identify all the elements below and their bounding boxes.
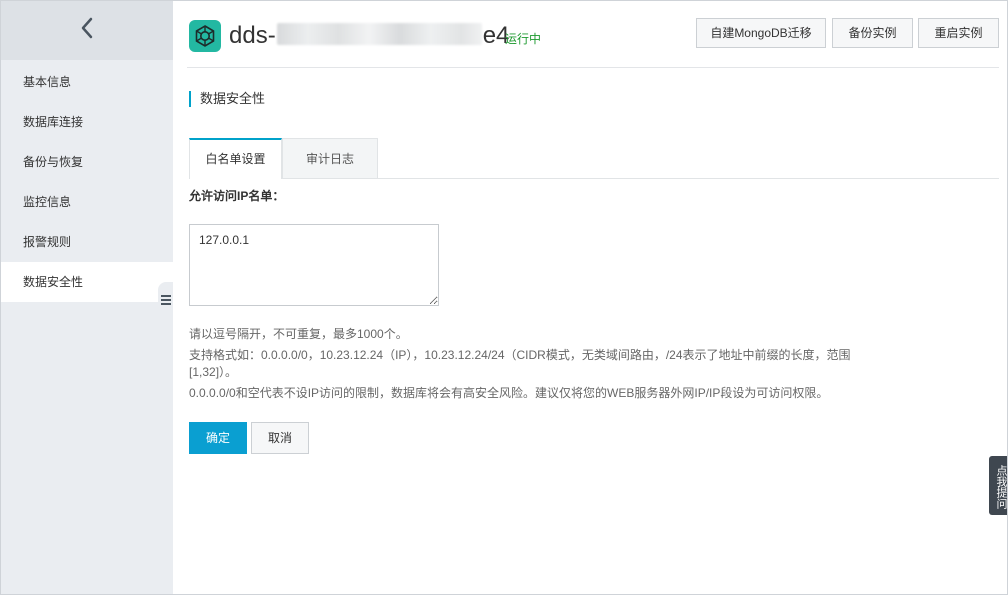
backup-instance-button[interactable]: 备份实例 xyxy=(832,18,913,48)
help-text-warning: 0.0.0.0/0和空代表不设IP访问的限制，数据库将会有高安全风险。建议仅将您… xyxy=(189,386,829,400)
migrate-mongodb-button[interactable]: 自建MongoDB迁移 xyxy=(696,18,826,48)
restart-instance-button[interactable]: 重启实例 xyxy=(918,18,999,48)
instance-name-masked xyxy=(276,23,482,45)
tab-audit-log[interactable]: 审计日志 xyxy=(282,138,378,178)
confirm-button[interactable]: 确定 xyxy=(189,422,247,454)
back-button[interactable] xyxy=(1,1,173,60)
status-badge: 运行中 xyxy=(505,32,542,46)
menu-collapse-icon xyxy=(161,293,171,311)
instance-name-prefix: dds- xyxy=(229,22,276,49)
sidebar: 基本信息 数据库连接 备份与恢复 监控信息 报警规则 数据安全性 xyxy=(1,1,173,594)
sidebar-item-basic-info[interactable]: 基本信息 xyxy=(1,62,173,102)
sidebar-item-monitoring[interactable]: 监控信息 xyxy=(1,182,173,222)
tab-whitelist[interactable]: 白名单设置 xyxy=(189,138,282,179)
cancel-button[interactable]: 取消 xyxy=(251,422,309,454)
instance-name: dds-e4 xyxy=(229,20,509,52)
section-title: 数据安全性 xyxy=(189,91,265,107)
ip-whitelist-textarea[interactable]: 127.0.0.1 xyxy=(189,224,439,306)
sidebar-item-db-connection[interactable]: 数据库连接 xyxy=(1,102,173,142)
instance-header: dds-e4 运行中 自建MongoDB迁移 备份实例 重启实例 xyxy=(187,1,999,68)
help-text-separator: 请以逗号隔开，不可重复，最多1000个。 xyxy=(189,327,408,341)
sidebar-item-alarm-rules[interactable]: 报警规则 xyxy=(1,222,173,262)
help-text-format: 支持格式如：0.0.0.0/0，10.23.12.24（IP），10.23.12… xyxy=(189,348,851,379)
main-content: dds-e4 运行中 自建MongoDB迁移 备份实例 重启实例 数据安全性 白… xyxy=(173,1,1007,594)
tab-bar: 白名单设置 审计日志 xyxy=(189,138,999,179)
sidebar-item-data-security[interactable]: 数据安全性 xyxy=(1,262,173,302)
ip-whitelist-label: 允许访问IP名单： xyxy=(189,189,285,203)
app-window: 基本信息 数据库连接 备份与恢复 监控信息 报警规则 数据安全性 dds- e4… xyxy=(0,0,1008,595)
sidebar-collapse-toggle[interactable] xyxy=(158,282,174,322)
mongodb-logo-icon xyxy=(189,20,221,52)
chevron-left-icon xyxy=(80,17,94,44)
sidebar-item-backup-restore[interactable]: 备份与恢复 xyxy=(1,142,173,182)
ask-question-tab[interactable]: 点我提问 xyxy=(989,456,1007,515)
